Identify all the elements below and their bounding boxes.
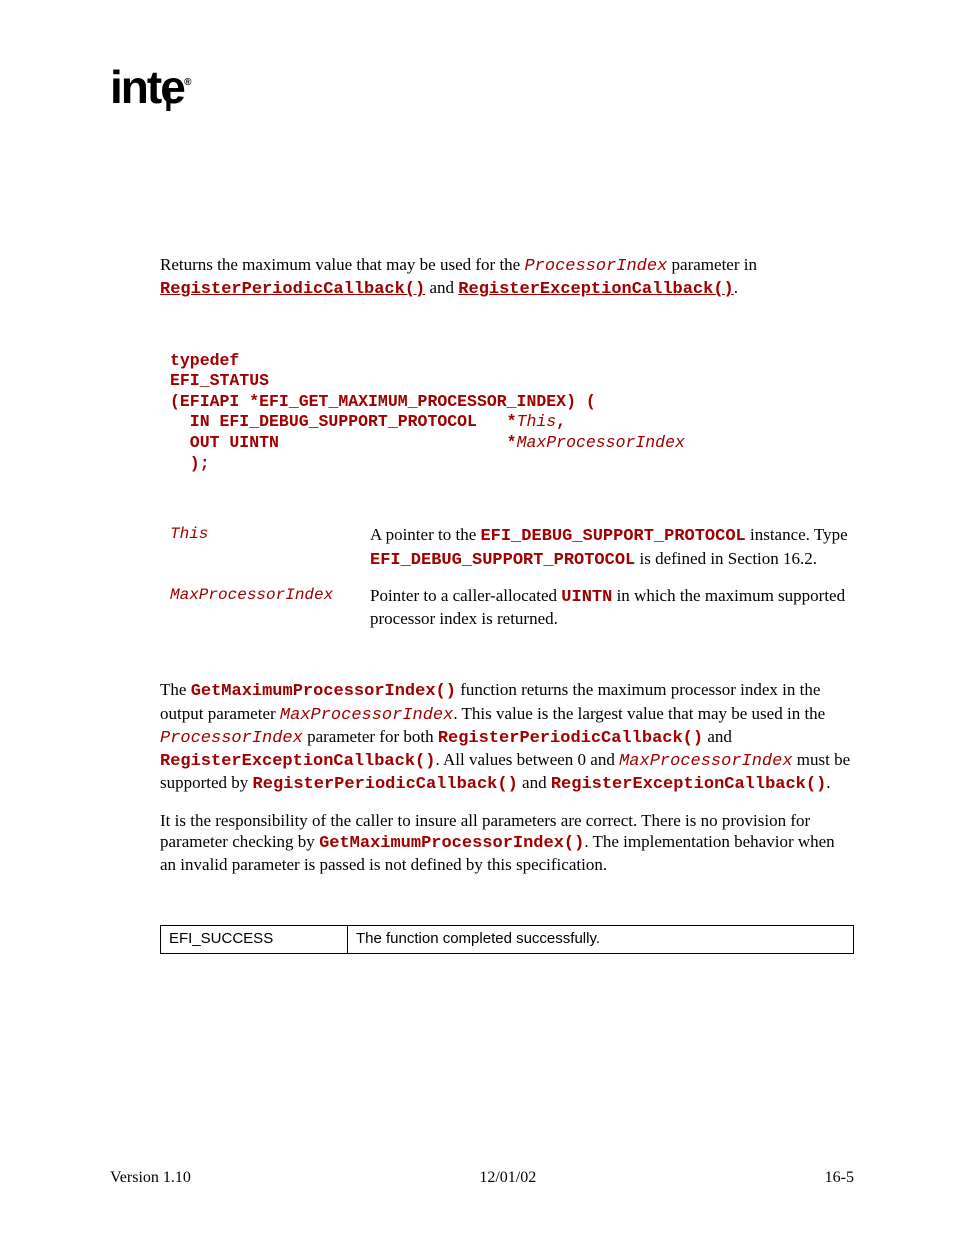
status-desc-cell: The function completed successfully. — [348, 926, 854, 954]
text: and — [425, 278, 458, 297]
param-row: MaxProcessorIndex Pointer to a caller-al… — [170, 585, 854, 630]
intel-logo: intel ® — [110, 60, 192, 114]
param-desc: Pointer to a caller-allocated UINTN in w… — [370, 585, 854, 630]
param-row: This A pointer to the EFI_DEBUG_SUPPORT_… — [170, 524, 854, 571]
text: parameter in — [667, 255, 757, 274]
parameters-list: This A pointer to the EFI_DEBUG_SUPPORT_… — [170, 524, 854, 629]
table-row: EFI_SUCCESS The function completed succe… — [161, 926, 854, 954]
description-p2: It is the responsibility of the caller t… — [160, 810, 854, 876]
footer-version: Version 1.10 — [110, 1169, 191, 1187]
document-body: Returns the maximum value that may be us… — [160, 254, 854, 954]
footer-page: 16-5 — [825, 1169, 854, 1187]
footer-date: 12/01/02 — [479, 1169, 536, 1187]
page-footer: Version 1.10 12/01/02 16-5 — [110, 1169, 854, 1187]
description-p1: The GetMaximumProcessorIndex() function … — [160, 679, 854, 795]
prototype-code: typedef EFI_STATUS (EFIAPI *EFI_GET_MAXI… — [170, 351, 854, 475]
summary-paragraph: Returns the maximum value that may be us… — [160, 254, 854, 301]
param-name: This — [170, 524, 370, 571]
param-desc: A pointer to the EFI_DEBUG_SUPPORT_PROTO… — [370, 524, 854, 571]
func-link[interactable]: RegisterExceptionCallback() — [458, 280, 733, 299]
text: Returns the maximum value that may be us… — [160, 255, 524, 274]
param-ref: ProcessorIndex — [524, 257, 667, 276]
status-codes-table: EFI_SUCCESS The function completed succe… — [160, 925, 854, 954]
param-name: MaxProcessorIndex — [170, 585, 370, 630]
func-link[interactable]: RegisterPeriodicCallback() — [160, 280, 425, 299]
text: . — [734, 278, 738, 297]
status-code-cell: EFI_SUCCESS — [161, 926, 348, 954]
